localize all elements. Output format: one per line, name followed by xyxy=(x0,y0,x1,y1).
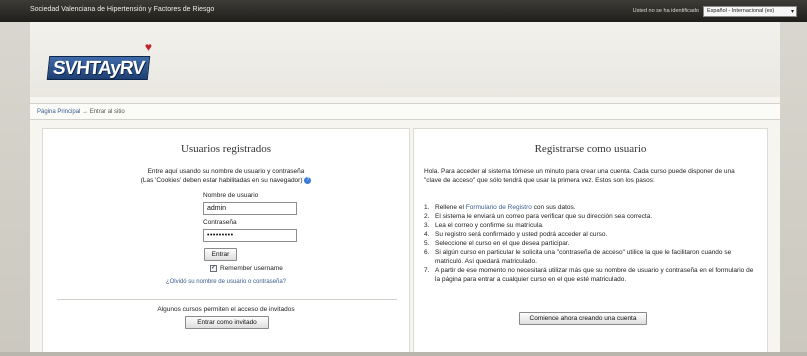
password-input[interactable]: ••••••••• xyxy=(203,229,297,242)
heart-icon: ♥ xyxy=(144,40,153,54)
step-number: 7. xyxy=(424,267,430,274)
top-bar: Sociedad Valenciana de Hipertensión y Fa… xyxy=(0,0,807,22)
bottom-strip xyxy=(0,352,807,356)
cookies-note: (Las 'Cookies' deben estar habilitadas e… xyxy=(43,177,409,184)
login-title: Usuarios registrados xyxy=(180,143,272,155)
breadcrumb-bar: Página Principal → Entrar al sitio xyxy=(30,103,780,120)
step-text: Lea el correo y confirme su matrícula. xyxy=(435,222,544,229)
chevron-down-icon: ▾ xyxy=(790,9,794,15)
step-text: Su registro será confirmado y usted podr… xyxy=(435,231,608,238)
username-label: Nombre de usuario xyxy=(203,192,259,199)
signup-steps: 1. Rellene el Formulario de Registro con… xyxy=(424,203,759,284)
remember-checkbox[interactable]: ✓ xyxy=(210,265,217,272)
signup-panel: Registrarse como usuario Hola. Para acce… xyxy=(413,128,768,356)
step-number: 4. xyxy=(424,231,430,238)
language-select-value: Español - Internacional (es) xyxy=(707,8,775,14)
create-account-button[interactable]: Comience ahora creando una cuenta xyxy=(519,312,647,325)
help-icon[interactable]: ? xyxy=(304,177,312,184)
logo-text: SVHTAyRV xyxy=(46,56,151,80)
list-item: 3. Lea el correo y confirme su matrícula. xyxy=(424,221,759,230)
forgot-password-link[interactable]: ¿Olvidó su nombre de usuario o contraseñ… xyxy=(43,279,409,285)
language-select[interactable]: Español - Internacional (es) ▾ xyxy=(703,6,797,17)
breadcrumb-home-link[interactable]: Página Principal xyxy=(37,109,80,115)
list-item: 5. Seleccione el curso en el que desea pa… xyxy=(424,239,759,248)
site-logo[interactable]: SVHTAyRV ♥ xyxy=(46,40,152,80)
registration-form-link[interactable]: Formulario de Registro xyxy=(466,204,532,211)
site-name[interactable]: Sociedad Valenciana de Hipertensión y Fa… xyxy=(30,6,214,13)
page-content: Página Principal → Entrar al sitio Usuar… xyxy=(30,97,780,356)
step-number: 2. xyxy=(424,213,430,220)
step-number: 5. xyxy=(424,240,430,247)
step-text: Si algún curso en particular le solicita… xyxy=(435,249,732,265)
login-status: Usted no se ha identificado xyxy=(632,8,699,14)
list-item: 4. Su registro será confirmado y usted po… xyxy=(424,230,759,239)
password-label: Contraseña xyxy=(203,219,237,226)
step-number: 3. xyxy=(424,222,430,229)
username-input[interactable]: admin xyxy=(203,202,297,215)
guest-login-button[interactable]: Entrar como invitado xyxy=(185,316,269,329)
step-number: 6. xyxy=(424,249,430,256)
list-item: 7. A partir de ese momento no necesitará … xyxy=(424,266,759,284)
breadcrumb-current: Entrar al sitio xyxy=(89,109,125,115)
guest-access-text: Algunos cursos permiten el acceso de inv… xyxy=(157,306,295,313)
step-number: 1. xyxy=(424,204,430,211)
list-item: 1. Rellene el Formulario de Registro con… xyxy=(424,203,759,212)
step-text: El sistema le enviará un correo para ver… xyxy=(435,213,653,220)
step-text: A partir de ese momento no necesitará ut… xyxy=(435,267,754,283)
remember-label: Remember username xyxy=(220,265,283,272)
list-item: 6. Si algún curso en particular le solici… xyxy=(424,248,759,266)
breadcrumb-separator: → xyxy=(82,109,89,115)
login-panel: Usuarios registrados Entre aquí usando s… xyxy=(42,128,410,356)
step-text-post: con sus datos. xyxy=(533,204,576,211)
signup-title: Registrarse como usuario xyxy=(534,143,647,155)
cookies-note-text: (Las 'Cookies' deben estar habilitadas e… xyxy=(140,177,303,185)
step-text: Seleccione el curso en el que desea part… xyxy=(435,240,570,247)
login-instruction: Entre aquí usando su nombre de usuario y… xyxy=(147,168,305,175)
breadcrumb: Página Principal → Entrar al sitio xyxy=(37,109,125,115)
step-text-pre: Rellene el xyxy=(435,204,464,211)
divider xyxy=(57,299,397,300)
signup-intro: Hola. Para acceder al sistema tómese un … xyxy=(424,168,735,184)
step-text: Rellene el Formulario de Registro con su… xyxy=(435,203,576,212)
login-button[interactable]: Entrar xyxy=(204,248,237,261)
list-item: 2. El sistema le enviará un correo para v… xyxy=(424,212,759,221)
